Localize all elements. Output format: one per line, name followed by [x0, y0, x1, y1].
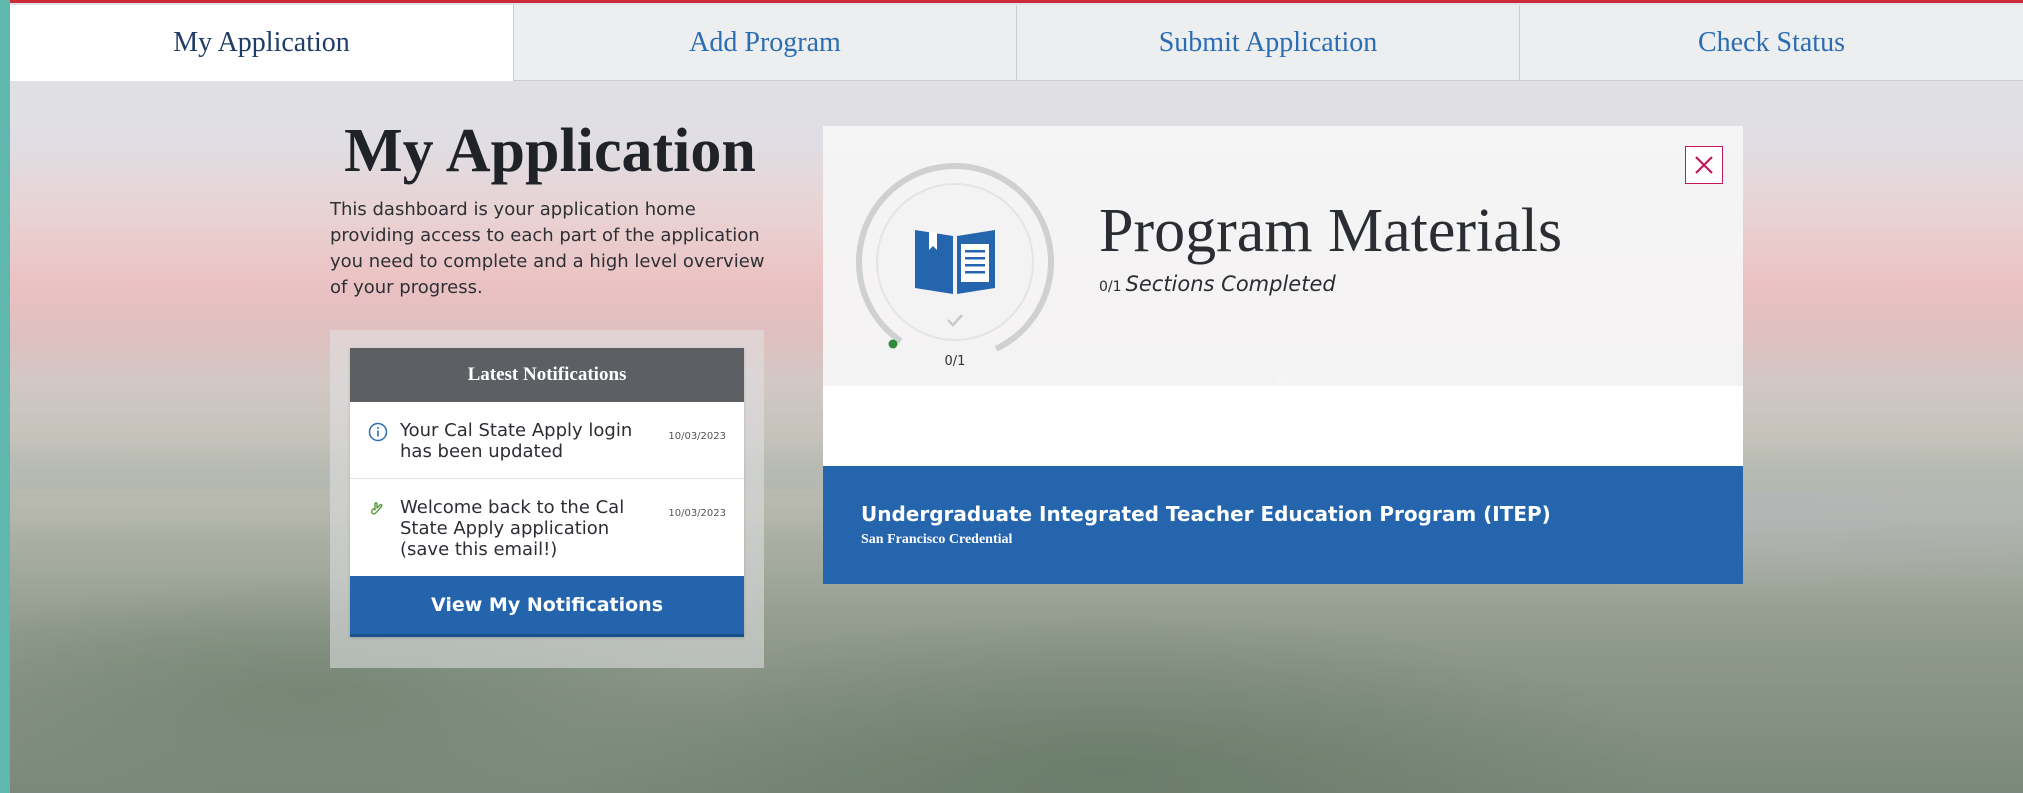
- progress-ring: [856, 163, 1054, 361]
- close-button[interactable]: [1685, 146, 1723, 184]
- main-tabs: My Application Add Program Submit Applic…: [10, 5, 2023, 81]
- notification-date: 10/03/2023: [668, 508, 726, 519]
- ring-count: 0/1: [944, 354, 966, 369]
- top-accent-line: [10, 0, 2023, 3]
- notification-text: Your Cal State Apply login has been upda…: [400, 420, 633, 462]
- sections-completed: 0/1 Sections Completed: [1099, 272, 1336, 296]
- program-materials-panel: 0/1 Program Materials 0/1 Sections Comple…: [823, 126, 1743, 584]
- notification-item[interactable]: Your Cal State Apply login has been upda…: [350, 402, 744, 479]
- notifications-card: Latest Notifications Your Cal State Appl…: [350, 348, 744, 637]
- wave-hand-icon: [371, 502, 383, 515]
- page-background: My Application Add Program Submit Applic…: [10, 0, 2023, 793]
- intro-section: My Application This dashboard is your ap…: [330, 115, 770, 301]
- tab-submit-application[interactable]: Submit Application: [1016, 5, 1519, 81]
- notifications-header: Latest Notifications: [350, 348, 744, 402]
- tab-my-application[interactable]: My Application: [10, 5, 513, 81]
- program-materials-summary: 0/1 Program Materials 0/1 Sections Comple…: [823, 126, 1743, 386]
- program-subtitle: San Francisco Credential: [861, 532, 1013, 547]
- view-notifications-button[interactable]: View My Notifications: [350, 576, 744, 637]
- notification-item[interactable]: Welcome back to the Cal State Apply appl…: [350, 479, 744, 576]
- program-name: Undergraduate Integrated Teacher Educati…: [861, 502, 1551, 526]
- sections-label: Sections Completed: [1125, 272, 1336, 296]
- tab-check-status[interactable]: Check Status: [1519, 5, 2023, 81]
- notification-date: 10/03/2023: [668, 431, 726, 442]
- info-icon: [368, 422, 388, 442]
- page-title: My Application: [344, 117, 756, 185]
- sections-count: 0/1: [1099, 279, 1122, 295]
- intro-description: This dashboard is your application home …: [330, 199, 765, 298]
- tab-add-program[interactable]: Add Program: [513, 5, 1016, 81]
- close-icon: [1695, 156, 1713, 174]
- program-materials-title: Program Materials: [1099, 197, 1563, 265]
- panel-spacer: [823, 386, 1743, 466]
- progress-start-dot: [888, 339, 898, 349]
- notification-text: Welcome back to the Cal State Apply appl…: [400, 497, 625, 560]
- program-item[interactable]: Undergraduate Integrated Teacher Educati…: [823, 466, 1743, 584]
- notifications-panel: Latest Notifications Your Cal State Appl…: [330, 330, 764, 668]
